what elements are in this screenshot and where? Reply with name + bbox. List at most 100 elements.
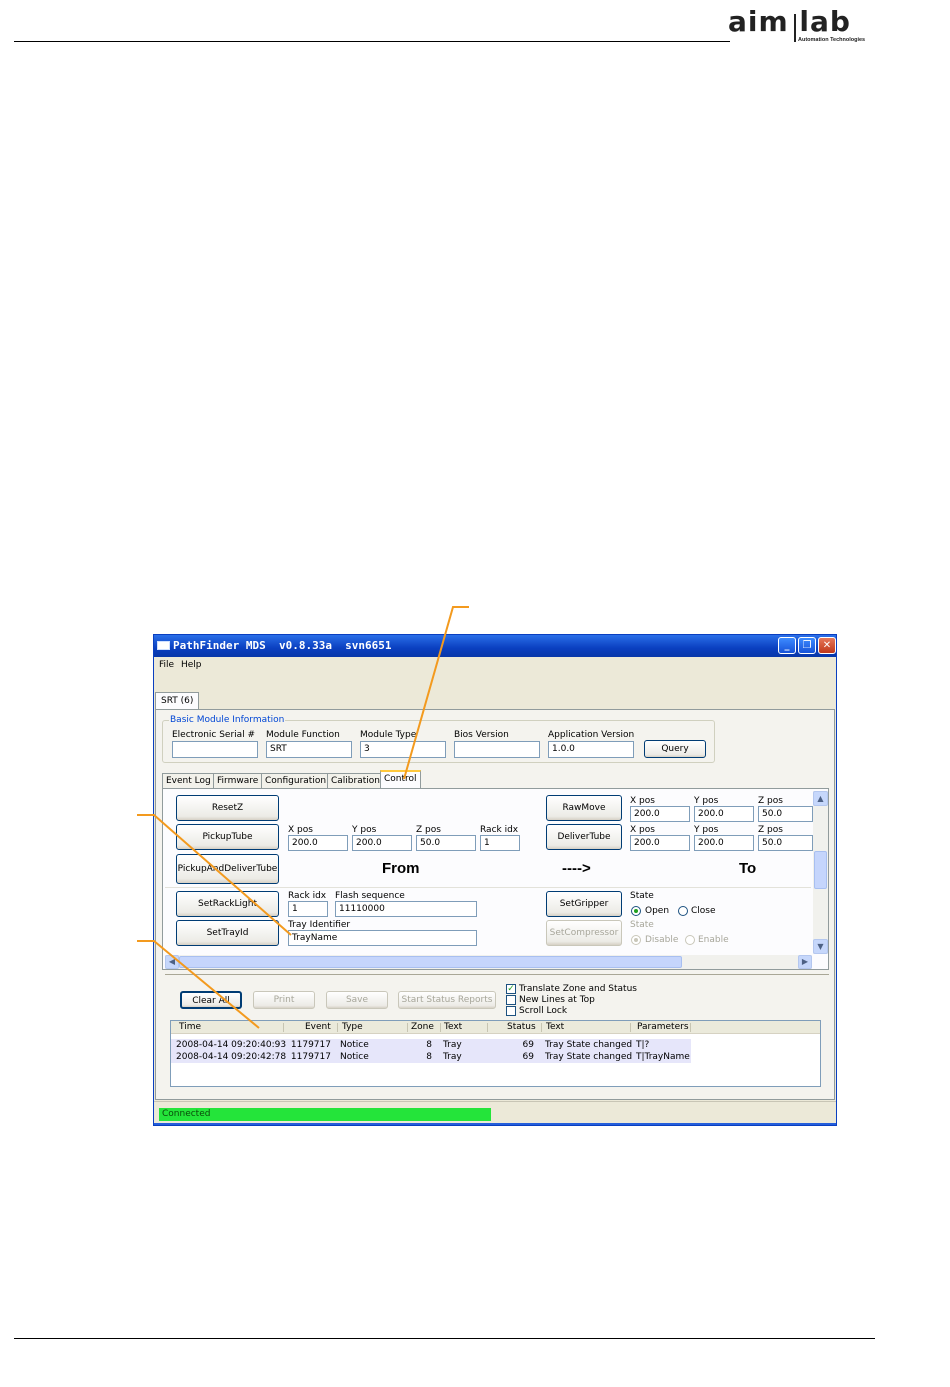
bios-version-label: Bios Version <box>454 730 509 740</box>
serial-field[interactable] <box>172 741 258 758</box>
raw-z-field[interactable]: 50.0 <box>758 806 813 822</box>
app-version-field[interactable]: 1.0.0 <box>548 741 634 758</box>
header-rule <box>14 41 730 42</box>
menu-file[interactable]: File <box>159 660 174 670</box>
menu-help[interactable]: Help <box>181 660 202 670</box>
compressor-state-label: State <box>630 920 654 930</box>
pickup-and-deliver-tube-button[interactable]: PickupAndDeliverTube <box>176 854 279 884</box>
translate-checkbox[interactable]: ✓ <box>506 984 516 994</box>
log-header: Time Event Type Zone Text Status Text Pa… <box>171 1021 820 1034</box>
minimize-button[interactable]: _ <box>778 637 796 654</box>
to-label: To <box>739 860 757 877</box>
set-rack-light-button[interactable]: SetRackLight <box>176 891 279 917</box>
tab-srt-module[interactable]: SRT (6) <box>155 692 200 710</box>
from-y-field[interactable]: 200.0 <box>352 835 412 851</box>
to-x-label: X pos <box>630 825 655 835</box>
deliver-tube-button[interactable]: DeliverTube <box>546 824 622 850</box>
raw-y-field[interactable]: 200.0 <box>694 806 754 822</box>
from-rack-field[interactable]: 1 <box>480 835 520 851</box>
raw-move-button[interactable]: RawMove <box>546 795 622 821</box>
scroll-lock-checkbox[interactable] <box>506 1006 516 1016</box>
cell-event: 1179717 <box>290 1052 331 1062</box>
scroll-up-icon[interactable]: ▲ <box>813 791 828 806</box>
raw-z-label: Z pos <box>758 796 783 806</box>
compressor-enable-label: Enable <box>698 935 729 945</box>
section-divider <box>165 887 811 888</box>
set-gripper-button[interactable]: SetGripper <box>546 891 622 917</box>
vertical-scrollbar[interactable]: ▲ ▼ <box>813 791 828 954</box>
raw-y-label: Y pos <box>694 796 719 806</box>
close-button[interactable]: ✕ <box>818 637 836 654</box>
event-log-list[interactable]: Time Event Type Zone Text Status Text Pa… <box>170 1020 821 1087</box>
compressor-enable-radio[interactable] <box>685 935 695 945</box>
cell-type: Notice <box>340 1052 369 1062</box>
scroll-left-icon[interactable]: ◀ <box>165 955 179 969</box>
menu-bar: File Help <box>154 657 836 673</box>
flash-sequence-field[interactable]: 11110000 <box>335 901 477 917</box>
new-lines-checkbox[interactable] <box>506 995 516 1005</box>
start-status-reports-button[interactable]: Start Status Reports <box>398 991 496 1009</box>
tab-configuration[interactable]: Configuration <box>261 773 331 789</box>
scroll-down-icon[interactable]: ▼ <box>813 939 828 954</box>
set-tray-id-button[interactable]: SetTrayId <box>176 920 279 946</box>
raw-x-field[interactable]: 200.0 <box>630 806 690 822</box>
col-status[interactable]: Status <box>507 1022 536 1032</box>
gripper-open-radio[interactable] <box>631 906 641 916</box>
from-label: From <box>382 860 420 877</box>
tab-firmware[interactable]: Firmware <box>213 773 263 789</box>
module-type-field[interactable]: 3 <box>360 741 446 758</box>
cell-type: Notice <box>340 1040 369 1050</box>
col-type[interactable]: Type <box>342 1022 363 1032</box>
col-divider <box>337 1023 338 1032</box>
compressor-disable-radio[interactable] <box>631 935 641 945</box>
col-event[interactable]: Event <box>305 1022 331 1032</box>
tray-identifier-field[interactable]: TrayName <box>288 930 477 946</box>
app-window-icon <box>157 641 170 650</box>
tray-identifier-label: Tray Identifier <box>288 920 351 930</box>
logo-divider <box>794 14 796 42</box>
col-text[interactable]: Text <box>444 1022 462 1032</box>
to-y-label: Y pos <box>694 825 719 835</box>
gripper-close-radio[interactable] <box>678 906 688 916</box>
print-button[interactable]: Print <box>253 991 315 1009</box>
col-text-2[interactable]: Text <box>546 1022 564 1032</box>
cell-event: 1179717 <box>290 1040 331 1050</box>
table-row[interactable]: 2008-04-14 09:20:40:93 1179717 Notice 8 … <box>171 1039 691 1051</box>
col-time[interactable]: Time <box>179 1022 201 1032</box>
col-parameters[interactable]: Parameters <box>637 1022 689 1032</box>
serial-label: Electronic Serial # <box>172 730 256 740</box>
set-compressor-button[interactable]: SetCompressor <box>546 920 622 946</box>
aimlab-logo: aim lab Automation Technologies <box>728 6 880 46</box>
tab-calibration[interactable]: Calibration <box>327 773 384 789</box>
vertical-scroll-thumb[interactable] <box>814 851 827 889</box>
title-bar[interactable]: PathFinder MDS v0.8.33a svn6651 _ ❐ ✕ <box>154 635 836 657</box>
rack-light-rack-field[interactable]: 1 <box>288 901 328 917</box>
cell-parameters: T|TrayName <box>636 1052 690 1062</box>
pickup-tube-button[interactable]: PickupTube <box>176 824 279 850</box>
reset-z-button[interactable]: ResetZ <box>176 795 279 821</box>
module-function-field[interactable]: SRT <box>266 741 352 758</box>
save-button[interactable]: Save <box>326 991 388 1009</box>
bios-version-field[interactable] <box>454 741 540 758</box>
col-divider <box>630 1023 631 1032</box>
gripper-state-label: State <box>630 891 654 901</box>
table-row[interactable]: 2008-04-14 09:20:42:78 1179717 Notice 8 … <box>171 1051 691 1063</box>
tab-control[interactable]: Control <box>380 770 421 789</box>
tab-event-log[interactable]: Event Log <box>162 773 215 789</box>
query-button[interactable]: Query <box>644 740 706 758</box>
logo-tagline: Automation Technologies <box>798 37 866 43</box>
maximize-button[interactable]: ❐ <box>798 637 816 654</box>
clear-all-button[interactable]: Clear All <box>180 991 242 1009</box>
from-x-field[interactable]: 200.0 <box>288 835 348 851</box>
to-y-field[interactable]: 200.0 <box>694 835 754 851</box>
from-z-field[interactable]: 50.0 <box>416 835 476 851</box>
horizontal-scroll-thumb[interactable] <box>179 956 682 968</box>
col-divider <box>440 1023 441 1032</box>
to-z-field[interactable]: 50.0 <box>758 835 813 851</box>
translate-label: Translate Zone and Status <box>519 984 637 994</box>
raw-x-label: X pos <box>630 796 655 806</box>
horizontal-scrollbar[interactable]: ◀ ▶ <box>165 955 812 969</box>
scroll-right-icon[interactable]: ▶ <box>798 955 812 969</box>
to-x-field[interactable]: 200.0 <box>630 835 690 851</box>
col-zone[interactable]: Zone <box>411 1022 434 1032</box>
